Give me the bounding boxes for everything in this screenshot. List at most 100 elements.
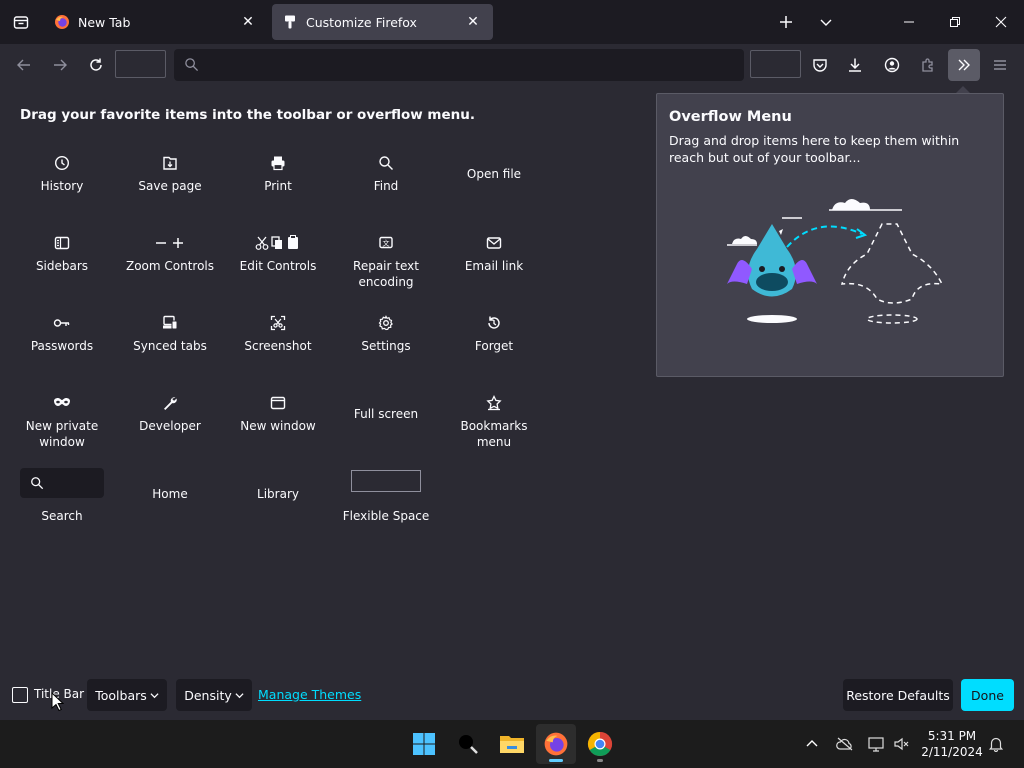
reload-button[interactable] xyxy=(80,49,112,81)
network-tray-button[interactable] xyxy=(864,732,888,756)
toolbar-spacer[interactable] xyxy=(115,50,166,78)
restore-defaults-button[interactable]: Restore Defaults xyxy=(843,679,953,711)
palette-item-search[interactable]: Search xyxy=(12,468,112,524)
palette-item-new-private-window[interactable]: New private window xyxy=(12,392,112,450)
palette-item-label: Search xyxy=(41,509,83,523)
toolbar-spacer[interactable] xyxy=(750,50,801,78)
chrome-icon xyxy=(587,732,613,757)
text-encoding-icon: 文 xyxy=(379,236,393,249)
running-indicator xyxy=(597,759,603,762)
customize-footer: Title Bar Toolbars Density Manage Themes… xyxy=(0,676,1024,720)
start-button[interactable] xyxy=(404,724,444,764)
close-icon[interactable]: ✕ xyxy=(238,12,258,32)
chevron-down-icon xyxy=(235,692,244,698)
palette-item-new-window[interactable]: New window xyxy=(228,392,328,434)
window-icon xyxy=(270,396,286,410)
forward-button[interactable] xyxy=(44,49,76,81)
palette-item-email-link[interactable]: Email link xyxy=(444,232,544,274)
palette-item-label: Flexible Space xyxy=(342,509,430,523)
file-explorer-button[interactable] xyxy=(492,724,532,764)
tab-new-tab[interactable]: New Tab ✕ xyxy=(44,4,268,40)
palette-item-find[interactable]: Find xyxy=(336,152,436,194)
bell-icon xyxy=(988,737,1004,752)
taskbar-search-button[interactable] xyxy=(448,724,488,764)
done-button[interactable]: Done xyxy=(961,679,1014,711)
tab-title: New Tab xyxy=(78,14,131,30)
firefox-view-button[interactable] xyxy=(0,0,42,44)
palette-item-screenshot[interactable]: Screenshot xyxy=(228,312,328,354)
title-bar-checkbox[interactable] xyxy=(12,687,28,703)
palette-item-forget[interactable]: Forget xyxy=(444,312,544,354)
palette-item-bookmarks-menu[interactable]: Bookmarks menu xyxy=(444,392,544,450)
edit-controls-icon xyxy=(255,235,298,250)
palette-item-open-file[interactable]: Open file xyxy=(444,166,544,182)
palette-item-settings[interactable]: Settings xyxy=(336,312,436,354)
url-bar[interactable] xyxy=(174,49,744,81)
minimize-button[interactable] xyxy=(886,0,932,44)
overflow-menu-panel[interactable]: Overflow Menu Drag and drop items here t… xyxy=(656,93,1004,377)
palette-item-history[interactable]: History xyxy=(12,152,112,194)
restore-button[interactable] xyxy=(932,0,978,44)
downloads-button[interactable] xyxy=(839,49,871,81)
palette-item-save-page[interactable]: Save page xyxy=(120,152,220,194)
close-icon[interactable]: ✕ xyxy=(463,12,483,32)
manage-themes-link[interactable]: Manage Themes xyxy=(258,687,361,702)
forward-arrow-icon xyxy=(54,59,67,71)
firefox-icon xyxy=(544,732,568,756)
synced-tabs-icon xyxy=(163,315,178,330)
palette-item-synced-tabs[interactable]: Synced tabs xyxy=(120,312,220,354)
pocket-icon xyxy=(813,59,827,72)
palette-item-library[interactable]: Library xyxy=(228,486,328,502)
wrench-icon xyxy=(164,397,177,410)
palette-item-label: Screenshot xyxy=(244,339,312,353)
taskbar-clock[interactable]: 5:31 PM 2/11/2024 xyxy=(918,728,986,760)
puzzle-icon xyxy=(922,58,933,72)
tab-title: Customize Firefox xyxy=(306,14,417,30)
extensions-button[interactable] xyxy=(912,49,944,81)
palette-item-repair-text-encoding[interactable]: 文 Repair text encoding xyxy=(336,232,436,290)
onedrive-tray-button[interactable] xyxy=(833,732,857,756)
palette-item-zoom-controls[interactable]: Zoom Controls xyxy=(120,232,220,274)
cloud-offline-icon xyxy=(836,737,853,751)
app-menu-button[interactable] xyxy=(984,49,1016,81)
firefox-icon xyxy=(54,14,70,30)
close-window-button[interactable] xyxy=(978,0,1024,44)
palette-item-label: Print xyxy=(264,179,292,193)
gear-icon xyxy=(378,315,393,331)
flexible-space-preview xyxy=(351,470,421,492)
notifications-button[interactable] xyxy=(984,732,1008,756)
toolbars-dropdown[interactable]: Toolbars xyxy=(87,679,167,711)
list-all-tabs-button[interactable] xyxy=(810,6,842,38)
show-hidden-icons-button[interactable] xyxy=(800,732,824,756)
key-icon xyxy=(53,319,70,327)
palette-item-flexible-space[interactable]: Flexible Space xyxy=(336,470,436,524)
palette-item-edit-controls[interactable]: Edit Controls xyxy=(228,232,328,274)
tab-customize-firefox[interactable]: Customize Firefox ✕ xyxy=(272,4,493,40)
density-dropdown[interactable]: Density xyxy=(176,679,252,711)
printer-icon xyxy=(271,156,285,171)
search-icon xyxy=(379,156,393,170)
new-tab-button[interactable] xyxy=(770,6,802,38)
palette-item-home[interactable]: Home xyxy=(120,486,220,502)
volume-tray-button[interactable] xyxy=(890,732,914,756)
palette-item-print[interactable]: Print xyxy=(228,152,328,194)
palette-item-passwords[interactable]: Passwords xyxy=(12,312,112,354)
svg-text:文: 文 xyxy=(383,239,390,248)
overflow-menu-button[interactable] xyxy=(948,49,980,81)
chevron-up-icon xyxy=(806,740,818,747)
search-icon xyxy=(31,477,44,490)
back-button[interactable] xyxy=(8,49,40,81)
palette-item-sidebars[interactable]: Sidebars xyxy=(12,232,112,274)
density-label: Density xyxy=(184,687,232,703)
chrome-taskbar-button[interactable] xyxy=(580,724,620,764)
palette-item-full-screen[interactable]: Full screen xyxy=(336,406,436,422)
pocket-button[interactable] xyxy=(804,49,836,81)
account-button[interactable] xyxy=(876,49,908,81)
firefox-taskbar-button[interactable] xyxy=(536,724,576,764)
palette-item-developer[interactable]: Developer xyxy=(120,392,220,434)
customize-icon xyxy=(282,14,298,30)
active-indicator xyxy=(549,759,563,762)
palette-item-label: History xyxy=(40,179,84,193)
palette-item-label: Developer xyxy=(139,419,201,433)
overflow-title: Overflow Menu xyxy=(669,109,792,125)
